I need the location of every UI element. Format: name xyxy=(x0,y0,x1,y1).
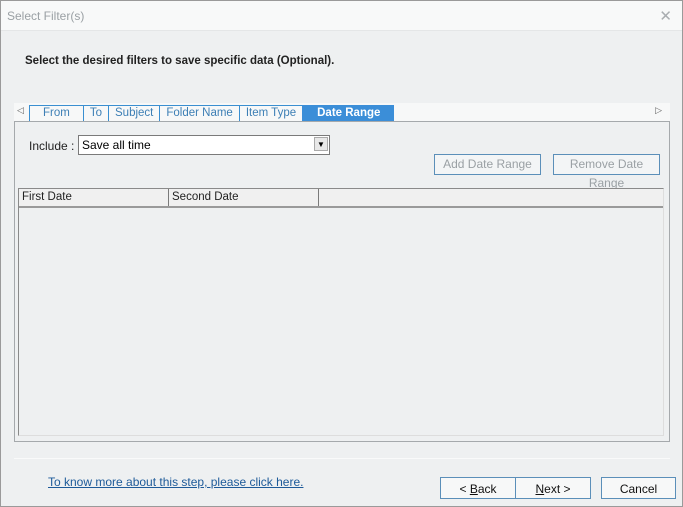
include-dropdown[interactable]: Save all time ▼ xyxy=(78,135,330,155)
cancel-button[interactable]: Cancel xyxy=(601,477,676,499)
back-accel: B xyxy=(469,482,478,496)
tab-to[interactable]: To xyxy=(82,105,108,121)
remove-date-range-button[interactable]: Remove Date Range xyxy=(553,154,660,190)
list-header: First Date Second Date xyxy=(19,189,663,208)
tab-scroll-left-icon[interactable]: ◁ xyxy=(17,105,24,116)
include-label: Include : xyxy=(29,139,75,153)
title-bar: Select Filter(s) ✕ xyxy=(1,1,682,31)
help-link[interactable]: To know more about this step, please cli… xyxy=(48,475,303,489)
filter-tab-bar: ◁ From To Subject Folder Name Item Type … xyxy=(14,103,670,121)
date-range-list[interactable]: First Date Second Date xyxy=(18,188,664,436)
tab-folder-name[interactable]: Folder Name xyxy=(159,105,239,121)
tab-item-type[interactable]: Item Type xyxy=(238,105,303,121)
include-dropdown-value: Save all time xyxy=(82,138,151,152)
back-rest: ack xyxy=(477,482,497,496)
window-title: Select Filter(s) xyxy=(7,9,85,23)
next-rest: ext > xyxy=(544,482,571,496)
tab-subject[interactable]: Subject xyxy=(108,105,160,121)
tab-from[interactable]: From xyxy=(29,105,83,121)
column-filler xyxy=(319,189,663,206)
close-icon[interactable]: ✕ xyxy=(659,7,672,25)
back-prefix: < xyxy=(459,482,470,496)
footer-separator xyxy=(14,458,670,459)
add-date-range-button[interactable]: Add Date Range xyxy=(434,154,541,175)
chevron-down-icon[interactable]: ▼ xyxy=(314,137,328,151)
back-button[interactable]: < Back xyxy=(440,477,516,499)
column-first-date[interactable]: First Date xyxy=(19,189,169,206)
select-filters-dialog: Select Filter(s) ✕ Select the desired fi… xyxy=(0,0,683,507)
instruction-heading: Select the desired filters to save speci… xyxy=(25,55,335,67)
tab-date-range[interactable]: Date Range xyxy=(302,105,395,121)
column-second-date[interactable]: Second Date xyxy=(169,189,319,206)
next-button[interactable]: Next > xyxy=(515,477,591,499)
date-range-panel: Include : Save all time ▼ Add Date Range… xyxy=(14,121,670,442)
tab-scroll-right-icon[interactable]: ▷ xyxy=(655,105,662,116)
next-accel: N xyxy=(535,482,545,496)
